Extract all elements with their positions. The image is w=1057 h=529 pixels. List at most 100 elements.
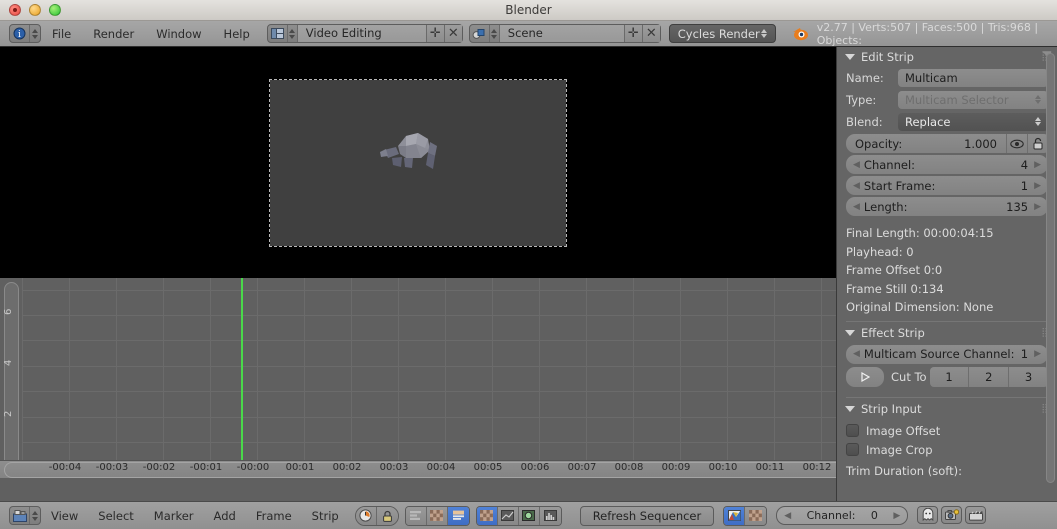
footer-channel-label: Channel: (806, 509, 856, 522)
menu-render[interactable]: Render (82, 22, 145, 46)
decrement-icon[interactable]: ◀ (853, 181, 860, 191)
menu-help[interactable]: Help (213, 22, 261, 46)
channel-axis-label-6: 6 (3, 308, 14, 315)
panel-header-strip-input[interactable]: Strip Input ⣿ (837, 400, 1057, 419)
increment-icon[interactable]: ▶ (1034, 181, 1041, 191)
name-label: Name: (846, 70, 884, 85)
ruler-tick: 00:10 (708, 462, 738, 473)
lock-icon[interactable] (376, 506, 398, 525)
main-header: i File Render Window Help Video Editing … (0, 21, 1057, 47)
delete-screen-layout-button[interactable]: ✕ (443, 25, 462, 42)
image-crop-checkbox[interactable] (846, 443, 859, 456)
waveform-display-icon[interactable] (497, 506, 519, 525)
ruler-tick: 00:09 (661, 462, 691, 473)
scene-icon (470, 25, 490, 42)
opacity-slider[interactable]: Opacity: 1.000 (846, 134, 1006, 153)
menu-strip[interactable]: Strip (302, 504, 349, 528)
properties-scrollbar[interactable] (1046, 53, 1055, 483)
cut-to-button-2[interactable]: 2 (969, 366, 1010, 387)
image-display-icon[interactable] (476, 506, 498, 525)
blender-window: Blender i File Render Window Help Video … (0, 0, 1057, 529)
sequencer-editor-spinner[interactable] (30, 507, 40, 524)
toolgroup-extra (917, 505, 987, 526)
channel-axis-label-2: 2 (3, 410, 14, 417)
increment-icon[interactable]: ▶ (1034, 160, 1041, 170)
decrement-icon[interactable]: ◀ (784, 511, 791, 521)
preview-view-icon[interactable] (426, 506, 448, 525)
video-preview-area[interactable] (0, 47, 836, 278)
blend-dropdown[interactable]: Replace (898, 112, 1048, 131)
screen-layout-name[interactable]: Video Editing (297, 25, 426, 42)
toolgroup-sync (354, 505, 399, 526)
channel-value: 4 (1020, 157, 1029, 172)
clock-icon[interactable] (355, 506, 377, 525)
render-engine-selector[interactable]: Cycles Render (668, 24, 776, 43)
increment-icon[interactable]: ▶ (893, 511, 900, 521)
row-type: Type: Multicam Selector (846, 89, 1048, 110)
menu-view[interactable]: View (41, 504, 88, 528)
multicam-source-channel-field[interactable]: ◀ Multicam Source Channel: 1 ▶ (846, 344, 1048, 364)
scene-name[interactable]: Scene (499, 25, 624, 42)
snapshot-icon[interactable] (941, 505, 963, 524)
menu-select[interactable]: Select (88, 504, 143, 528)
decrement-icon[interactable]: ◀ (853, 160, 860, 170)
trim-duration-label: Trim Duration (soft): (846, 463, 962, 478)
eye-icon[interactable] (1006, 134, 1027, 153)
sequence-view-icon[interactable] (405, 506, 427, 525)
type-dropdown[interactable]: Multicam Selector (898, 90, 1048, 109)
footer-channel-value: 0 (870, 509, 878, 522)
scene-spinner[interactable] (490, 25, 500, 42)
add-screen-layout-button[interactable]: ✛ (425, 25, 444, 42)
sequencer-editor-type-selector[interactable] (9, 506, 41, 525)
decrement-icon[interactable]: ◀ (853, 349, 860, 359)
menu-marker[interactable]: Marker (144, 504, 204, 528)
info-final-length: Final Length: 00:00:04:15 (846, 226, 994, 240)
timeline-ruler[interactable]: -00:04 -00:03 -00:02 -00:01 -00:00 00:01… (0, 460, 872, 478)
play-icon[interactable] (846, 366, 884, 387)
refresh-sequencer-button[interactable]: Refresh Sequencer (579, 505, 715, 526)
channel-number-field[interactable]: ◀ Channel: 4 ▶ (846, 155, 1048, 174)
ghost-icon[interactable] (917, 505, 939, 524)
delete-scene-button[interactable]: ✕ (641, 25, 660, 42)
menu-file[interactable]: File (41, 22, 82, 46)
screen-layout-spinner[interactable] (288, 25, 298, 42)
clapper-icon[interactable] (965, 505, 987, 524)
editor-type-selector[interactable]: i (9, 24, 41, 43)
increment-icon[interactable]: ▶ (1034, 349, 1041, 359)
increment-icon[interactable]: ▶ (1034, 202, 1041, 212)
start-frame-number-field[interactable]: ◀ Start Frame: 1 ▶ (846, 176, 1048, 195)
screen-layout-selector[interactable]: Video Editing ✛ ✕ (266, 24, 463, 43)
overlay-icon[interactable] (724, 506, 746, 525)
length-number-field[interactable]: ◀ Length: 135 ▶ (846, 197, 1048, 216)
properties-panel[interactable]: ◥ Edit Strip ⣿ Name: Multicam Type: Mult… (836, 47, 1057, 501)
playhead-line[interactable] (241, 278, 243, 477)
image-offset-row[interactable]: Image Offset (846, 424, 1048, 438)
menu-window[interactable]: Window (145, 22, 212, 46)
menu-add[interactable]: Add (204, 504, 246, 528)
collapse-triangle-icon (845, 330, 855, 336)
toolgroup-display (475, 505, 562, 526)
sequence-preview-icon[interactable] (447, 506, 469, 525)
image-crop-row[interactable]: Image Crop (846, 443, 1048, 457)
cut-to-button-1[interactable]: 1 (929, 366, 970, 387)
image-offset-checkbox[interactable] (846, 424, 859, 437)
svg-text:i: i (18, 30, 21, 40)
checker-icon[interactable] (745, 506, 767, 525)
decrement-icon[interactable]: ◀ (853, 202, 860, 212)
footer-channel-field[interactable]: ◀ Channel: 0 ▶ (776, 506, 909, 525)
editor-type-spinner[interactable] (30, 25, 40, 42)
ruler-tick: -00:02 (142, 462, 176, 473)
render-engine-spinner[interactable] (760, 29, 767, 38)
ruler-tick: 00:07 (567, 462, 597, 473)
sequencer-area[interactable]: 6 4 2 0 Gamma ▶ Cam (0, 278, 872, 501)
menu-frame[interactable]: Frame (246, 504, 302, 528)
name-input[interactable]: Multicam (898, 68, 1048, 87)
cut-to-button-3[interactable]: 3 (1009, 366, 1048, 387)
histogram-display-icon[interactable] (539, 506, 561, 525)
unlock-icon[interactable] (1027, 134, 1048, 153)
panel-header-edit-strip[interactable]: Edit Strip ⣿ (837, 47, 1057, 66)
color-display-icon[interactable] (518, 506, 540, 525)
panel-header-effect-strip[interactable]: Effect Strip ⣿ (837, 324, 1057, 343)
add-scene-button[interactable]: ✛ (623, 25, 642, 42)
scene-selector[interactable]: Scene ✛ ✕ (468, 24, 661, 43)
